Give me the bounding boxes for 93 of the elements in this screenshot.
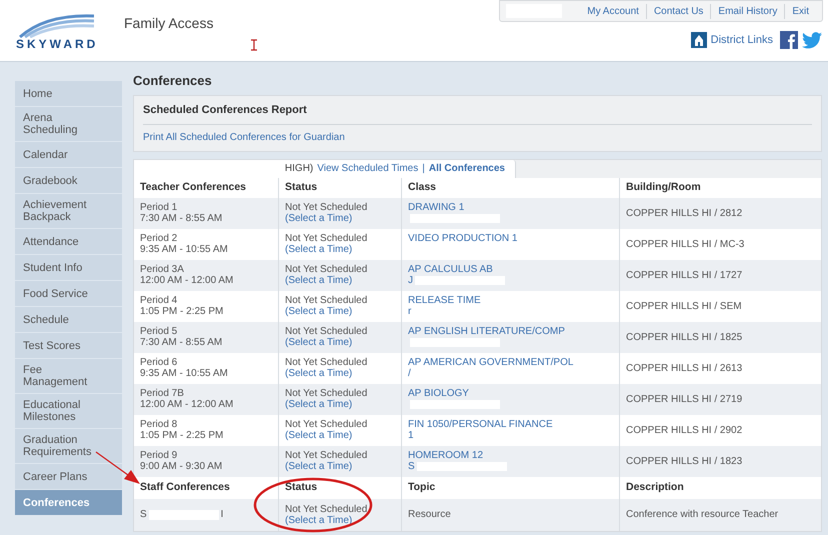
top-link[interactable]: My Account — [580, 4, 646, 18]
period-name: Period 5 — [140, 326, 178, 337]
district-links[interactable]: District Links — [710, 32, 773, 48]
class-link[interactable]: AP ENGLISH LITERATURE/COMP — [408, 326, 613, 337]
period-time: 12:00 AM - 12:00 AM — [140, 399, 234, 410]
description-text: Conference with resource Teacher — [619, 498, 821, 530]
status-text: Not Yet Scheduled — [285, 202, 368, 213]
staff-name-fragment: I — [220, 509, 224, 520]
sidebar-item[interactable]: Fee Management — [15, 359, 122, 393]
teacher-name-fragment: S — [408, 461, 415, 472]
sidebar-item[interactable]: Student Info — [15, 255, 122, 280]
period-time: 7:30 AM - 8:55 AM — [140, 213, 224, 224]
select-time-link[interactable]: (Select a Time) — [285, 337, 395, 348]
teacher-name-fragment: J — [408, 275, 413, 286]
sidebar-item[interactable]: Arena Scheduling — [15, 107, 122, 141]
teacher-name-fragment: 1 — [408, 430, 414, 441]
select-time-link[interactable]: (Select a Time) — [285, 514, 395, 526]
period-name: Period 6 — [140, 357, 178, 368]
logo-text: SKYWARD — [16, 38, 100, 50]
status-text: Not Yet Scheduled — [285, 264, 368, 275]
period-time: 9:35 AM - 10:55 AM — [140, 368, 229, 379]
status-text: Not Yet Scheduled — [285, 295, 368, 306]
select-time-link[interactable]: (Select a Time) — [285, 275, 395, 286]
top-link[interactable]: Exit — [784, 4, 816, 18]
swoosh-icon — [16, 12, 94, 38]
sidebar-item[interactable]: Test Scores — [15, 333, 122, 358]
tab[interactable]: View Scheduled Times — [317, 161, 418, 176]
top-link[interactable]: Email History — [710, 4, 784, 18]
column-header: Staff Conferences — [139, 480, 231, 495]
period-name: Period 1 — [140, 202, 178, 213]
teacher-name-fragment: r — [408, 306, 412, 317]
sidebar-item[interactable]: Home — [15, 81, 122, 106]
period-time: 1:05 PM - 2:25 PM — [140, 430, 224, 441]
print-link[interactable]: Print All Scheduled Conferences for Guardian — [143, 130, 812, 144]
sidebar-item[interactable]: Schedule — [15, 307, 122, 332]
status-text: Not Yet Scheduled — [285, 388, 368, 399]
class-link[interactable]: AP CALCULUS AB — [408, 264, 613, 275]
sidebar-item[interactable]: Conferences — [15, 490, 122, 515]
class-link[interactable]: DRAWING 1 — [408, 202, 613, 213]
sidebar-item[interactable]: Attendance — [15, 229, 122, 254]
period-name: Period 9 — [140, 450, 178, 461]
class-link[interactable]: FIN 1050/PERSONAL FINANCE — [408, 419, 613, 430]
status-text: Not Yet Scheduled — [285, 419, 368, 430]
class-link[interactable]: AP AMERICAN GOVERNMENT/POL — [408, 357, 613, 368]
period-time: 7:30 AM - 8:55 AM — [140, 337, 224, 348]
status-text: Not Yet Scheduled — [285, 233, 368, 244]
status-text: Not Yet Scheduled — [285, 450, 368, 461]
period-name: Period 8 — [140, 419, 178, 430]
teacher-name-fragment: / — [408, 368, 411, 379]
period-time: 9:35 AM - 10:55 AM — [140, 244, 229, 255]
text-cursor-icon — [251, 39, 257, 51]
top-link[interactable]: Contact Us — [646, 4, 710, 18]
select-time-link[interactable]: (Select a Time) — [285, 368, 395, 379]
class-link[interactable]: VIDEO PRODUCTION 1 — [408, 233, 613, 244]
class-link[interactable]: AP BIOLOGY — [408, 388, 613, 399]
select-time-link[interactable]: (Select a Time) — [285, 213, 395, 224]
period-time: 12:00 AM - 12:00 AM — [140, 275, 234, 286]
sidebar-item[interactable]: Calendar — [15, 142, 122, 167]
sidebar-item[interactable]: Gradebook — [15, 168, 122, 193]
column-header: Teacher Conferences — [139, 180, 248, 195]
select-time-link[interactable]: (Select a Time) — [285, 244, 395, 255]
report-title: Scheduled Conferences Report — [143, 102, 812, 124]
sidebar-item[interactable]: Food Service — [15, 281, 122, 306]
school-icon[interactable] — [690, 32, 707, 48]
period-time: 9:00 AM - 9:30 AM — [140, 461, 224, 472]
period-name: Period 4 — [140, 295, 178, 306]
select-time-link[interactable]: (Select a Time) — [285, 430, 395, 441]
tab-separator: | — [422, 162, 425, 176]
sidebar-item[interactable]: Educational Milestones — [15, 394, 122, 428]
topic-text: Resource — [401, 498, 619, 530]
app-title: Family Access — [124, 14, 214, 33]
period-time: 1:05 PM - 2:25 PM — [140, 306, 224, 317]
class-link[interactable]: HOMEROOM 12 — [408, 450, 613, 461]
period-name: Period 2 — [140, 233, 178, 244]
staff-name-fragment: S — [140, 509, 147, 520]
status-text: Not Yet Scheduled — [285, 326, 368, 337]
sidebar-item[interactable]: Graduation Requirements — [15, 429, 122, 463]
select-time-link[interactable]: (Select a Time) — [285, 461, 395, 472]
status-text: Not Yet Scheduled — [285, 504, 368, 514]
facebook-icon[interactable] — [780, 31, 798, 49]
class-link[interactable]: RELEASE TIME — [408, 295, 613, 306]
tab-prefix: HIGH) — [284, 162, 314, 176]
sidebar-item[interactable]: Achievement Backpack — [15, 194, 122, 228]
status-text: Not Yet Scheduled — [285, 357, 368, 368]
select-time-link[interactable]: (Select a Time) — [285, 399, 395, 410]
annotation-arrow — [96, 452, 140, 484]
bird-icon[interactable] — [802, 32, 822, 48]
select-time-link[interactable]: (Select a Time) — [285, 306, 395, 317]
page-title: Conferences — [133, 72, 213, 90]
period-name: Period 7B — [140, 388, 185, 399]
period-name: Period 3A — [140, 264, 185, 275]
tab[interactable]: All Conferences — [428, 161, 505, 176]
sidebar-item[interactable]: Career Plans — [15, 464, 122, 489]
